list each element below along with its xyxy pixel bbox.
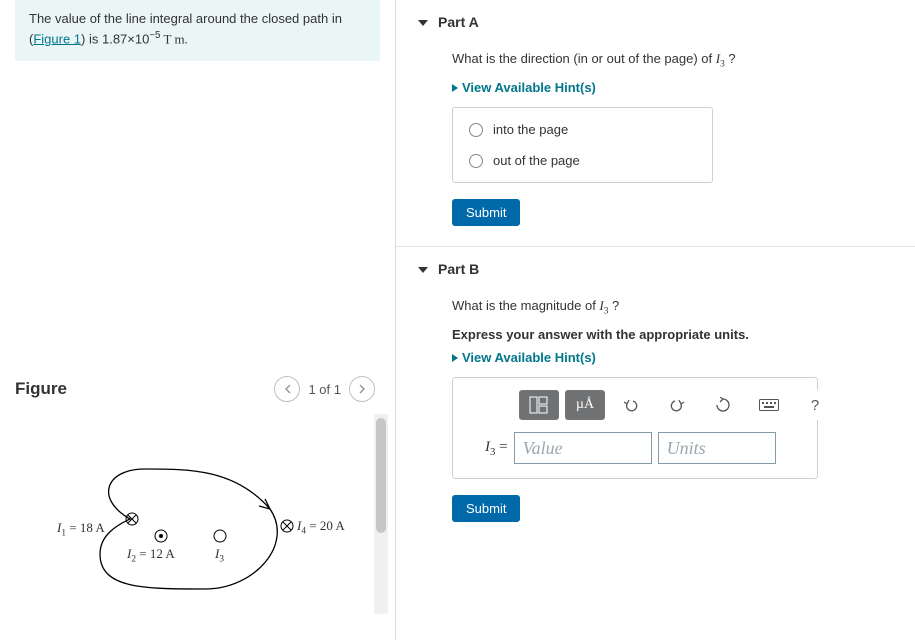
caret-right-icon — [452, 84, 458, 92]
units-input[interactable]: Units — [658, 432, 776, 464]
figure-label-i4: I4 = 20 A — [297, 518, 345, 537]
part-a-hints-label: View Available Hint(s) — [462, 80, 596, 95]
redo-icon — [669, 398, 685, 412]
help-tool[interactable]: ? — [795, 390, 835, 420]
part-b-instruction: Express your answer with the appropriate… — [452, 327, 895, 342]
problem-unit: T m. — [160, 31, 187, 46]
chevron-right-icon — [359, 384, 366, 394]
figure-heading: Figure — [15, 379, 67, 399]
part-b-toggle[interactable]: Part B — [428, 247, 895, 283]
part-a-hints-link[interactable]: View Available Hint(s) — [452, 80, 895, 95]
part-a-submit-button[interactable]: Submit — [452, 199, 520, 226]
figure-scrollbar[interactable] — [374, 414, 388, 614]
figure-next-button[interactable] — [349, 376, 375, 402]
part-b-submit-button[interactable]: Submit — [452, 495, 520, 522]
problem-exp: −5 — [149, 30, 160, 41]
figure-prev-button[interactable] — [274, 376, 300, 402]
figure-drawing — [15, 414, 365, 614]
figure-label-i1: I1 = 18 A — [57, 520, 105, 539]
left-column: The value of the line integral around th… — [0, 0, 395, 640]
part-a-prompt: What is the direction (in or out of the … — [452, 50, 895, 72]
part-a-title: Part A — [438, 14, 479, 30]
part-b-hints-link[interactable]: View Available Hint(s) — [452, 350, 895, 365]
units-tool[interactable]: µÅ — [565, 390, 605, 420]
choice-2-label: out of the page — [493, 153, 580, 168]
answer-box: µÅ — [452, 377, 818, 479]
chevron-left-icon — [284, 384, 291, 394]
figure-link[interactable]: Figure 1 — [33, 31, 81, 46]
figure-label-i3: I3 — [215, 546, 224, 565]
templates-icon — [529, 396, 549, 414]
reset-icon — [715, 397, 731, 413]
templates-tool[interactable] — [519, 390, 559, 420]
caret-right-icon — [452, 354, 458, 362]
part-b-title: Part B — [438, 261, 479, 277]
right-column: Part A What is the direction (in or out … — [395, 0, 915, 640]
part-b: Part B What is the magnitude of I3 ? Exp… — [396, 246, 915, 542]
problem-statement-box: The value of the line integral around th… — [15, 0, 380, 61]
radio-icon — [469, 154, 483, 168]
figure-pager: 1 of 1 — [274, 376, 375, 402]
choice-out-of-page[interactable]: out of the page — [465, 145, 700, 176]
caret-down-icon — [418, 20, 428, 26]
undo-icon — [623, 398, 639, 412]
keyboard-tool[interactable] — [749, 390, 789, 420]
value-input[interactable]: Value — [514, 432, 652, 464]
part-b-prompt: What is the magnitude of I3 ? — [452, 297, 895, 319]
figure-pager-text: 1 of 1 — [308, 382, 341, 397]
choice-into-page[interactable]: into the page — [465, 114, 700, 145]
part-a-toggle[interactable]: Part A — [428, 0, 895, 36]
figure-section: Figure 1 of 1 — [15, 376, 395, 614]
keyboard-icon — [759, 399, 779, 411]
radio-icon — [469, 123, 483, 137]
figure-scroll-thumb[interactable] — [376, 418, 386, 533]
undo-tool[interactable] — [611, 390, 651, 420]
figure-label-i2: I2 = 12 A — [127, 546, 175, 565]
part-b-hints-label: View Available Hint(s) — [462, 350, 596, 365]
choice-1-label: into the page — [493, 122, 568, 137]
problem-text-post-link: ) is 1.87×10 — [81, 31, 149, 46]
answer-toolbar: µÅ — [465, 390, 805, 420]
answer-label: I3 = — [485, 439, 508, 458]
redo-tool[interactable] — [657, 390, 697, 420]
reset-tool[interactable] — [703, 390, 743, 420]
caret-down-icon — [418, 267, 428, 273]
part-a-choice-box: into the page out of the page — [452, 107, 713, 183]
figure-canvas: I1 = 18 A I2 = 12 A I3 I4 = 20 A — [15, 414, 370, 614]
part-a: Part A What is the direction (in or out … — [396, 0, 915, 246]
